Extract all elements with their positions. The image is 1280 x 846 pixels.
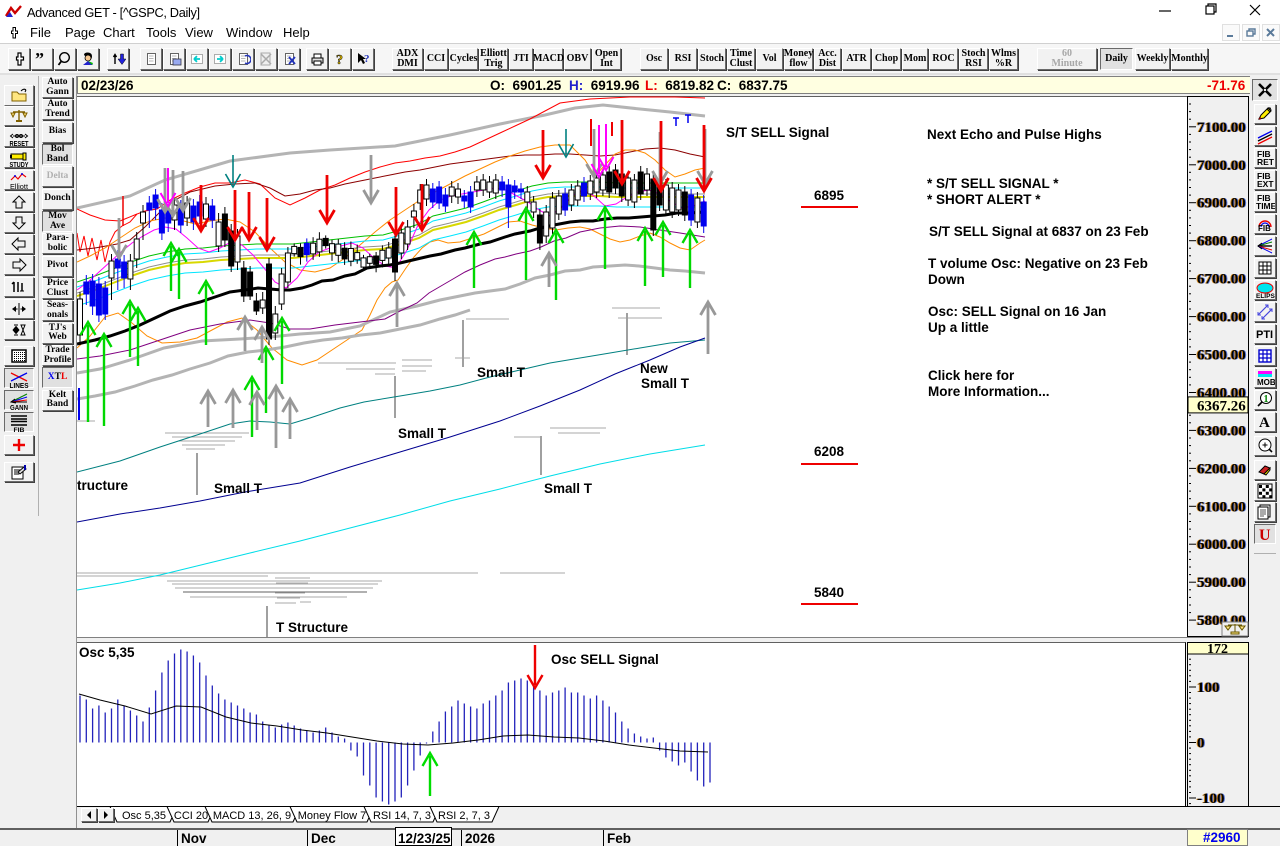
svg-text:S/T SELL Signal at 6837 on 23: S/T SELL Signal at 6837 on 23 Feb [929, 224, 1149, 239]
svg-text:New: New [640, 361, 668, 376]
svg-text:Up a little: Up a little [928, 320, 989, 335]
svg-text:ELIPS: ELIPS [1256, 293, 1275, 300]
svg-text:7100.00: 7100.00 [1197, 120, 1246, 136]
svg-text:Elliott: Elliott [10, 184, 28, 190]
svg-text:RSI 2, 7, 3: RSI 2, 7, 3 [438, 810, 490, 822]
svg-text:6800.00: 6800.00 [1197, 234, 1246, 250]
svg-text:6500.00: 6500.00 [1197, 348, 1246, 364]
svg-text:RESET: RESET [10, 139, 29, 147]
svg-text:Osc SELL Signal: Osc SELL Signal [551, 652, 659, 667]
svg-text:Money Flow 7: Money Flow 7 [298, 810, 366, 822]
svg-text:Small T: Small T [641, 376, 690, 391]
svg-text:1: 1 [1264, 394, 1269, 405]
svg-text:Down: Down [928, 272, 965, 287]
svg-text:tructure: tructure [77, 478, 128, 493]
svg-text:6895: 6895 [814, 188, 845, 203]
svg-text:6000.00: 6000.00 [1197, 537, 1246, 553]
svg-text:Osc: SELL Signal on 16 Jan: Osc: SELL Signal on 16 Jan [928, 304, 1106, 319]
svg-text:RET: RET [1257, 157, 1275, 167]
svg-text:T Structure: T Structure [276, 620, 349, 635]
svg-text:Small T: Small T [398, 426, 447, 441]
svg-text:FIB: FIB [14, 427, 25, 432]
svg-text:Small T: Small T [477, 365, 526, 380]
svg-text:Osc 5,35: Osc 5,35 [122, 810, 166, 822]
svg-text:U: U [1259, 527, 1271, 544]
svg-text:6208: 6208 [814, 444, 845, 459]
svg-text:6600.00: 6600.00 [1197, 310, 1246, 326]
svg-text:EXT: EXT [1257, 179, 1274, 189]
svg-text:172: 172 [1207, 642, 1228, 657]
svg-text:LINES: LINES [10, 381, 29, 388]
svg-text:Osc 5,35: Osc 5,35 [79, 645, 135, 660]
svg-text:S/T SELL Signal: S/T SELL Signal [726, 125, 829, 140]
svg-text:CCI 20: CCI 20 [174, 810, 208, 822]
svg-text:Click here for: Click here for [928, 368, 1015, 383]
svg-text:6300.00: 6300.00 [1197, 423, 1246, 439]
svg-text:Small T: Small T [214, 481, 263, 496]
svg-text:STUDY: STUDY [10, 160, 29, 168]
svg-text:6367.26: 6367.26 [1197, 398, 1246, 414]
svg-text:6200.00: 6200.00 [1197, 461, 1246, 477]
svg-text:6900.00: 6900.00 [1197, 196, 1246, 212]
svg-text:MOB: MOB [1257, 378, 1275, 387]
svg-text:”: ” [35, 51, 44, 67]
svg-text:5900.00: 5900.00 [1197, 575, 1246, 591]
svg-text:?: ? [336, 53, 343, 67]
svg-text:Small T: Small T [544, 481, 593, 496]
svg-text:RSI 14, 7, 3: RSI 14, 7, 3 [373, 810, 431, 822]
svg-text:* SHORT ALERT *: * SHORT ALERT * [927, 192, 1041, 207]
svg-text:?: ? [364, 53, 370, 65]
svg-text:* S/T SELL SIGNAL *: * S/T SELL SIGNAL * [927, 176, 1059, 191]
svg-text:6100.00: 6100.00 [1197, 499, 1246, 515]
svg-text:7000.00: 7000.00 [1197, 158, 1246, 174]
svg-text:MACD 13, 26, 9: MACD 13, 26, 9 [213, 810, 291, 822]
svg-text:Next Echo and Pulse Highs: Next Echo and Pulse Highs [927, 127, 1102, 142]
svg-text:0: 0 [1197, 736, 1205, 752]
svg-text:A: A [1259, 415, 1270, 431]
svg-text:GANN: GANN [10, 403, 28, 410]
svg-text:TIME: TIME [1256, 201, 1275, 211]
svg-text:T volume Osc: Negative on 23 F: T volume Osc: Negative on 23 Feb [928, 256, 1148, 271]
svg-text:5840: 5840 [814, 585, 844, 600]
svg-text:6700.00: 6700.00 [1197, 272, 1246, 288]
svg-text:FIB: FIB [1258, 224, 1271, 233]
svg-text:PTI: PTI [1256, 329, 1273, 341]
svg-text:100: 100 [1197, 680, 1220, 696]
svg-text:More Information...: More Information... [928, 384, 1050, 399]
